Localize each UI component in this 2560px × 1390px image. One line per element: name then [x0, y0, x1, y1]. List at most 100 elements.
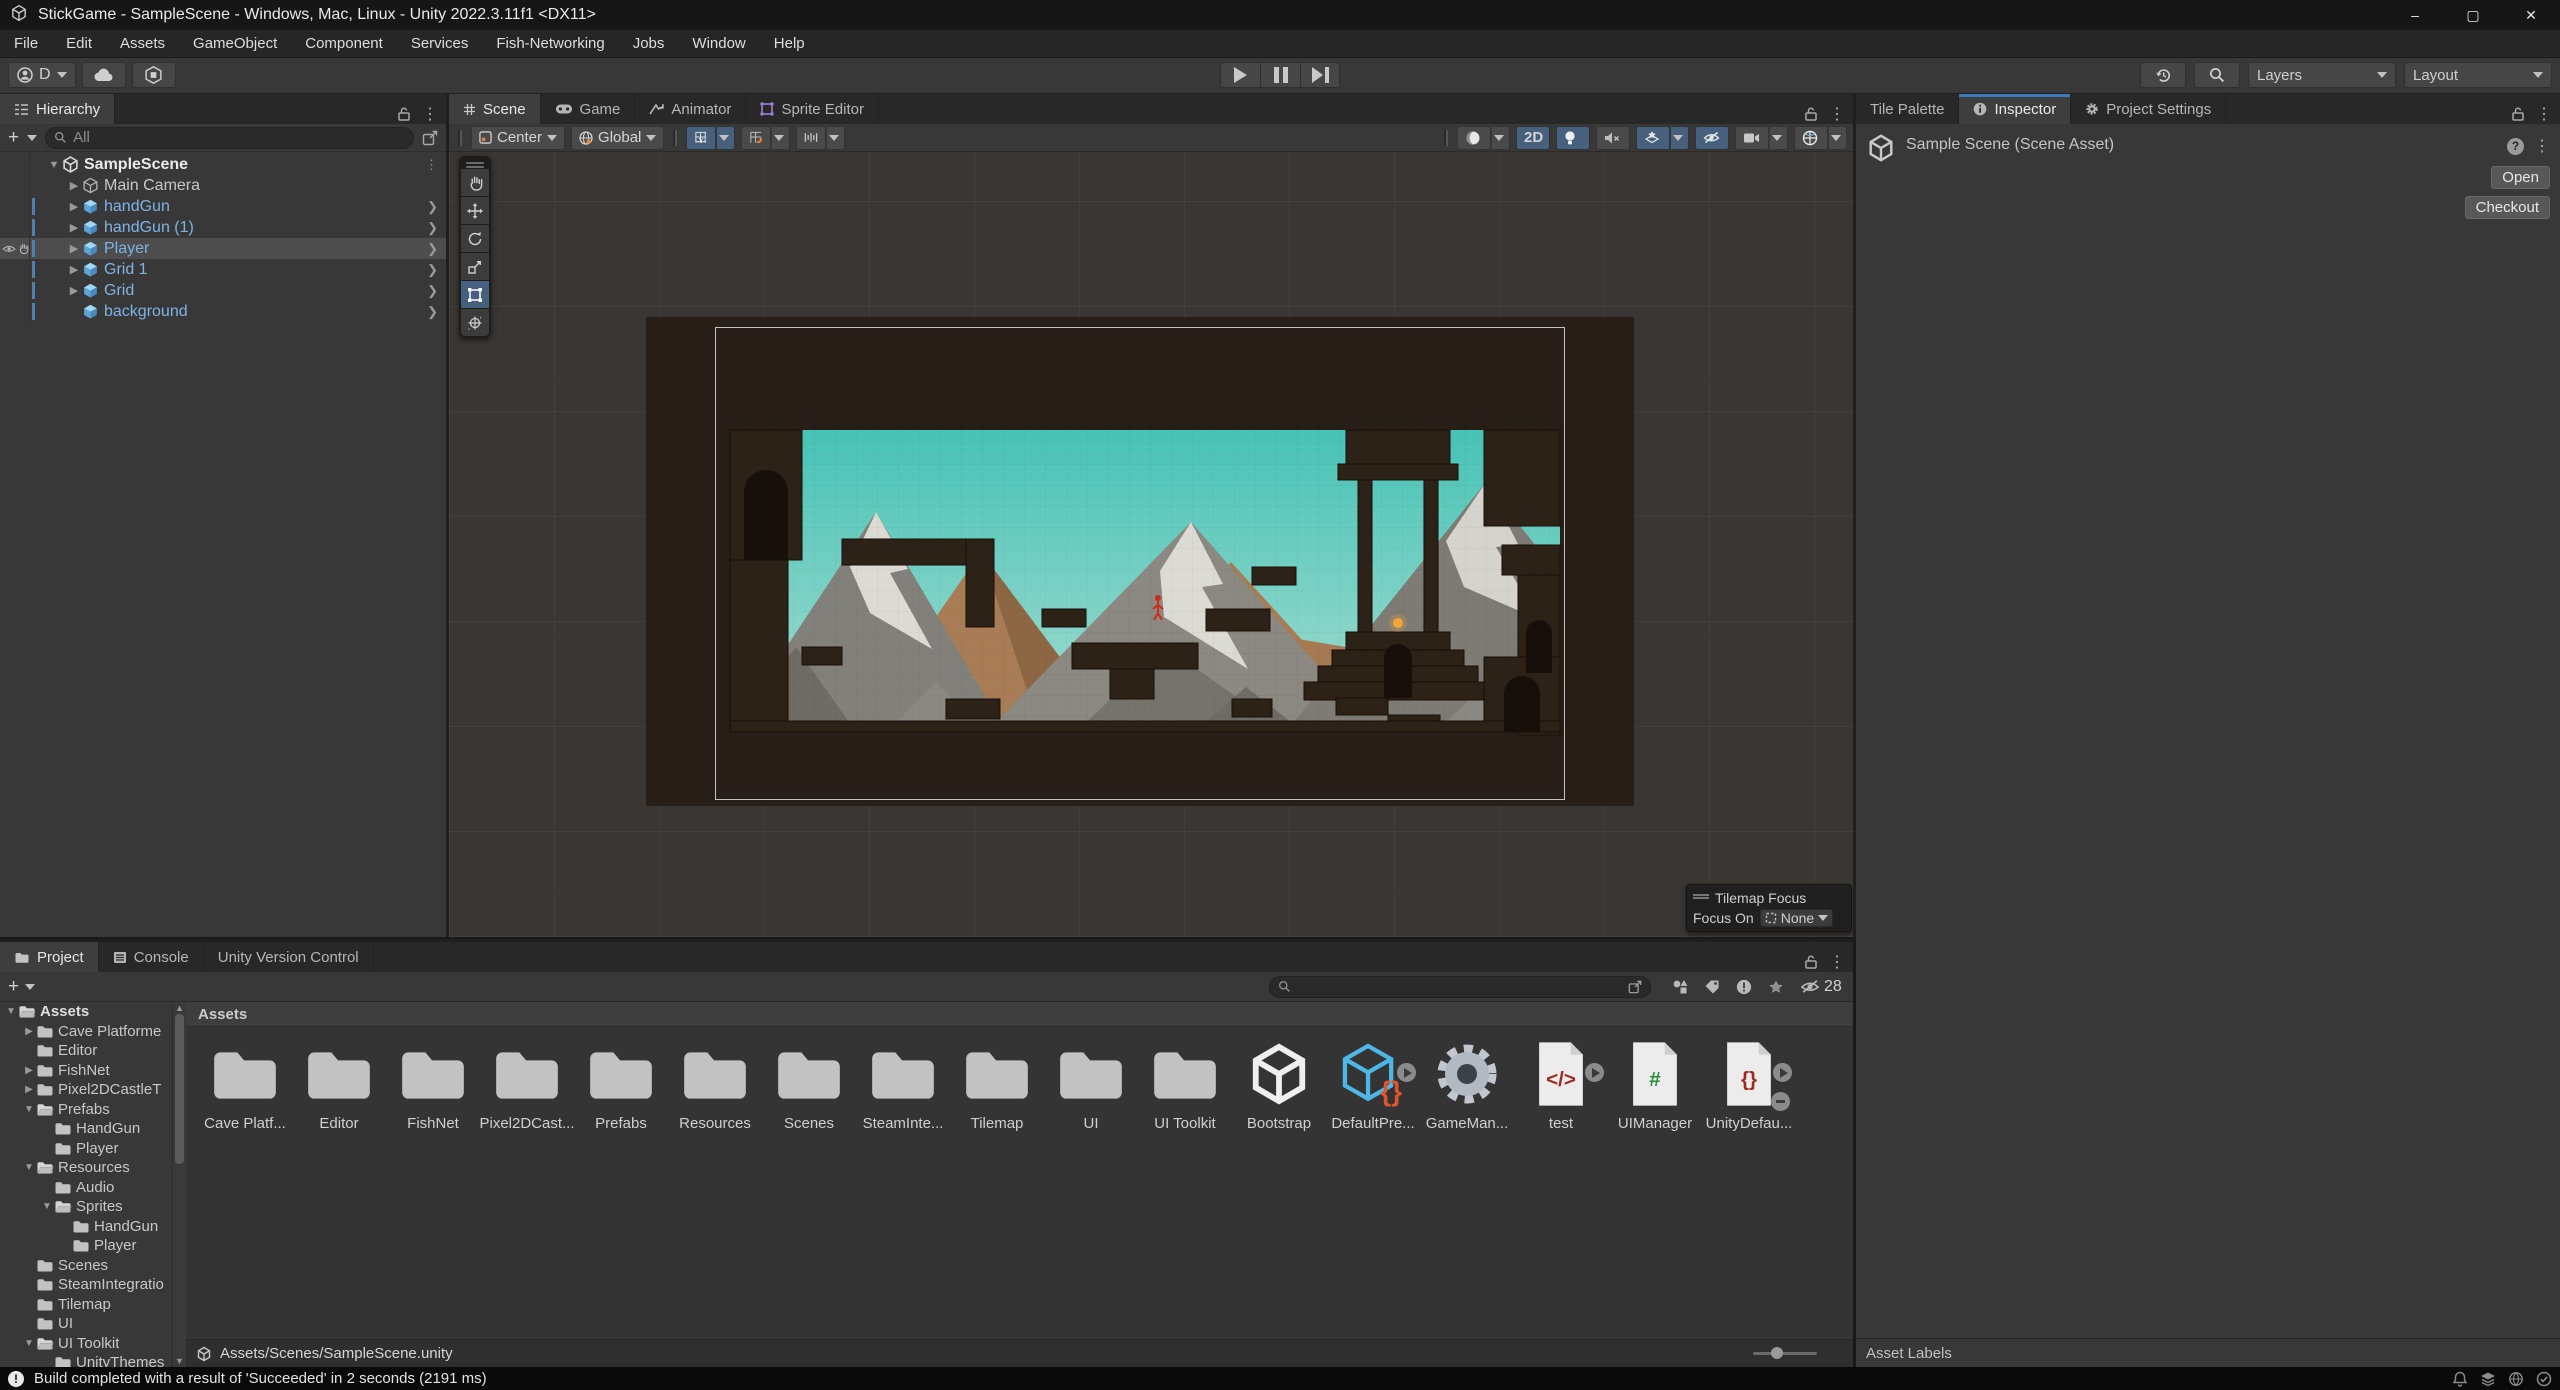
- lock-icon[interactable]: [1803, 954, 1819, 970]
- help-icon[interactable]: ?: [2507, 138, 2524, 155]
- asset-item-scenes[interactable]: Scenes: [762, 1035, 856, 1139]
- create-add-button[interactable]: +: [8, 127, 19, 149]
- prefab-open-arrow[interactable]: ❯: [427, 283, 438, 299]
- move-tool-button[interactable]: [461, 197, 489, 224]
- tree-folder-cave-platforme[interactable]: ▶Cave Platforme: [0, 1022, 172, 1042]
- prefab-open-arrow[interactable]: ❯: [427, 220, 438, 236]
- scene-camera-button[interactable]: [1735, 126, 1769, 150]
- asset-open-badge[interactable]: [1585, 1063, 1604, 1082]
- hierarchy-item-samplescene[interactable]: ▼SampleScene⋮: [0, 154, 446, 175]
- tab-game[interactable]: Game: [541, 94, 636, 124]
- expander-icon[interactable]: ▼: [4, 1006, 18, 1017]
- asset-item-test[interactable]: </>test: [1514, 1035, 1608, 1139]
- cloud-button[interactable]: [82, 62, 126, 88]
- tab-console[interactable]: Console: [99, 942, 204, 972]
- hierarchy-item-main-camera[interactable]: ▶Main Camera: [0, 175, 446, 196]
- thumbnail-size-slider[interactable]: [1753, 1352, 1817, 1355]
- prefab-open-arrow[interactable]: ❯: [427, 262, 438, 278]
- account-button[interactable]: D: [8, 62, 76, 88]
- chevron-down-icon[interactable]: [25, 984, 35, 990]
- panel-menu-icon[interactable]: ⋮: [2536, 104, 2552, 124]
- hierarchy-item-handgun[interactable]: ▶handGun❯: [0, 196, 446, 217]
- alert-filter-icon[interactable]: [1736, 979, 1752, 995]
- menu-services[interactable]: Services: [397, 30, 483, 58]
- asset-open-badge[interactable]: [1773, 1063, 1792, 1082]
- expander-icon[interactable]: ▶: [66, 179, 82, 192]
- layout-dropdown[interactable]: Layout: [2404, 62, 2552, 88]
- grid-snapping-dropdown[interactable]: [772, 126, 790, 150]
- hierarchy-item-grid-1[interactable]: ▶Grid 1❯: [0, 259, 446, 280]
- overlay-drag-handle[interactable]: [1693, 897, 1709, 899]
- menu-window[interactable]: Window: [678, 30, 759, 58]
- rotate-tool-button[interactable]: [461, 225, 489, 252]
- expander-icon[interactable]: ▶: [66, 284, 82, 297]
- tree-folder-tilemap[interactable]: Tilemap: [0, 1295, 172, 1315]
- expander-icon[interactable]: ▼: [46, 159, 62, 171]
- tree-folder-ui[interactable]: UI: [0, 1314, 172, 1334]
- visibility-gutter[interactable]: [0, 238, 30, 259]
- asset-item-uimanager[interactable]: #UIManager: [1608, 1035, 1702, 1139]
- tree-folder-editor[interactable]: Editor: [0, 1041, 172, 1061]
- asset-item-prefabs[interactable]: Prefabs: [574, 1035, 668, 1139]
- asset-item-ui[interactable]: UI: [1044, 1035, 1138, 1139]
- tab-animator[interactable]: Animator: [635, 94, 746, 124]
- menu-assets[interactable]: Assets: [106, 30, 179, 58]
- asset-item-steaminte-[interactable]: SteamInte...: [856, 1035, 950, 1139]
- chevron-down-icon[interactable]: [27, 135, 37, 141]
- asset-item-cave-platf-[interactable]: Cave Platf...: [198, 1035, 292, 1139]
- status-alert-icon[interactable]: !: [8, 1371, 24, 1387]
- asset-item-ui-toolkit[interactable]: UI Toolkit: [1138, 1035, 1232, 1139]
- grid-snap-button[interactable]: Y: [686, 126, 716, 150]
- open-button[interactable]: Open: [2491, 166, 2550, 189]
- progress-status-icon[interactable]: [2536, 1371, 2552, 1387]
- tree-folder-player[interactable]: Player: [0, 1139, 172, 1159]
- inspector-menu-icon[interactable]: ⋮: [2534, 136, 2550, 156]
- asset-item-fishnet[interactable]: FishNet: [386, 1035, 480, 1139]
- panel-menu-icon[interactable]: ⋮: [422, 104, 438, 124]
- hierarchy-item-player[interactable]: ▶Player❯: [0, 238, 446, 259]
- visibility-gutter[interactable]: [0, 217, 30, 238]
- draw-mode-button[interactable]: [1457, 126, 1491, 150]
- hierarchy-item-background[interactable]: background❯: [0, 301, 446, 322]
- tab-tile-palette[interactable]: Tile Palette: [1856, 94, 1959, 124]
- maximize-button[interactable]: ▢: [2444, 0, 2502, 30]
- scrollbar-thumb[interactable]: [175, 1014, 184, 1164]
- focus-on-dropdown[interactable]: None: [1760, 909, 1833, 927]
- pick-window-icon[interactable]: [422, 130, 438, 146]
- close-button[interactable]: ✕: [2502, 0, 2560, 30]
- tab-inspector[interactable]: Inspector: [1959, 94, 2071, 124]
- expander-icon[interactable]: ▶: [66, 263, 82, 276]
- tree-folder-resources[interactable]: ▼Resources: [0, 1158, 172, 1178]
- search-in-window-icon[interactable]: [1628, 980, 1642, 994]
- tab-hierarchy[interactable]: Hierarchy: [0, 94, 115, 124]
- menu-component[interactable]: Component: [291, 30, 397, 58]
- hierarchy-search-input[interactable]: All: [45, 127, 414, 149]
- layers-dropdown[interactable]: Layers: [2248, 62, 2396, 88]
- expander-icon[interactable]: ▶: [66, 221, 82, 234]
- play-button[interactable]: [1220, 62, 1260, 88]
- expander-icon[interactable]: ▶: [22, 1026, 36, 1037]
- tool-orientation-button[interactable]: Global: [571, 126, 664, 150]
- asset-item-editor[interactable]: Editor: [292, 1035, 386, 1139]
- tree-folder-audio[interactable]: Audio: [0, 1178, 172, 1198]
- expander-icon[interactable]: ▶: [22, 1065, 36, 1076]
- asset-item-resources[interactable]: Resources: [668, 1035, 762, 1139]
- tree-folder-ui-toolkit[interactable]: ▼UI Toolkit: [0, 1334, 172, 1354]
- tree-scrollbar[interactable]: ▲ ▼: [172, 1002, 186, 1367]
- scene-canvas[interactable]: Tilemap Focus Focus On None: [449, 152, 1853, 937]
- tree-folder-handgun[interactable]: HandGun: [0, 1119, 172, 1139]
- tree-folder-handgun[interactable]: HandGun: [0, 1217, 172, 1237]
- minimize-button[interactable]: –: [2386, 0, 2444, 30]
- tab-unity-version-control[interactable]: Unity Version Control: [204, 942, 374, 972]
- tab-sprite-editor[interactable]: Sprite Editor: [746, 94, 879, 124]
- menu-fish-networking[interactable]: Fish-Networking: [482, 30, 618, 58]
- assets-grid-header[interactable]: Assets: [186, 1002, 1853, 1027]
- tree-folder-fishnet[interactable]: ▶FishNet: [0, 1061, 172, 1081]
- breadcrumb-path[interactable]: Assets/Scenes/SampleScene.unity: [220, 1345, 453, 1362]
- filter-by-label-icon[interactable]: [1704, 979, 1720, 995]
- visibility-gutter[interactable]: [0, 154, 30, 175]
- visibility-gutter[interactable]: [0, 175, 30, 196]
- draw-mode-dropdown[interactable]: [1492, 126, 1510, 150]
- grid-snap-dropdown[interactable]: [717, 126, 735, 150]
- menu-help[interactable]: Help: [760, 30, 819, 58]
